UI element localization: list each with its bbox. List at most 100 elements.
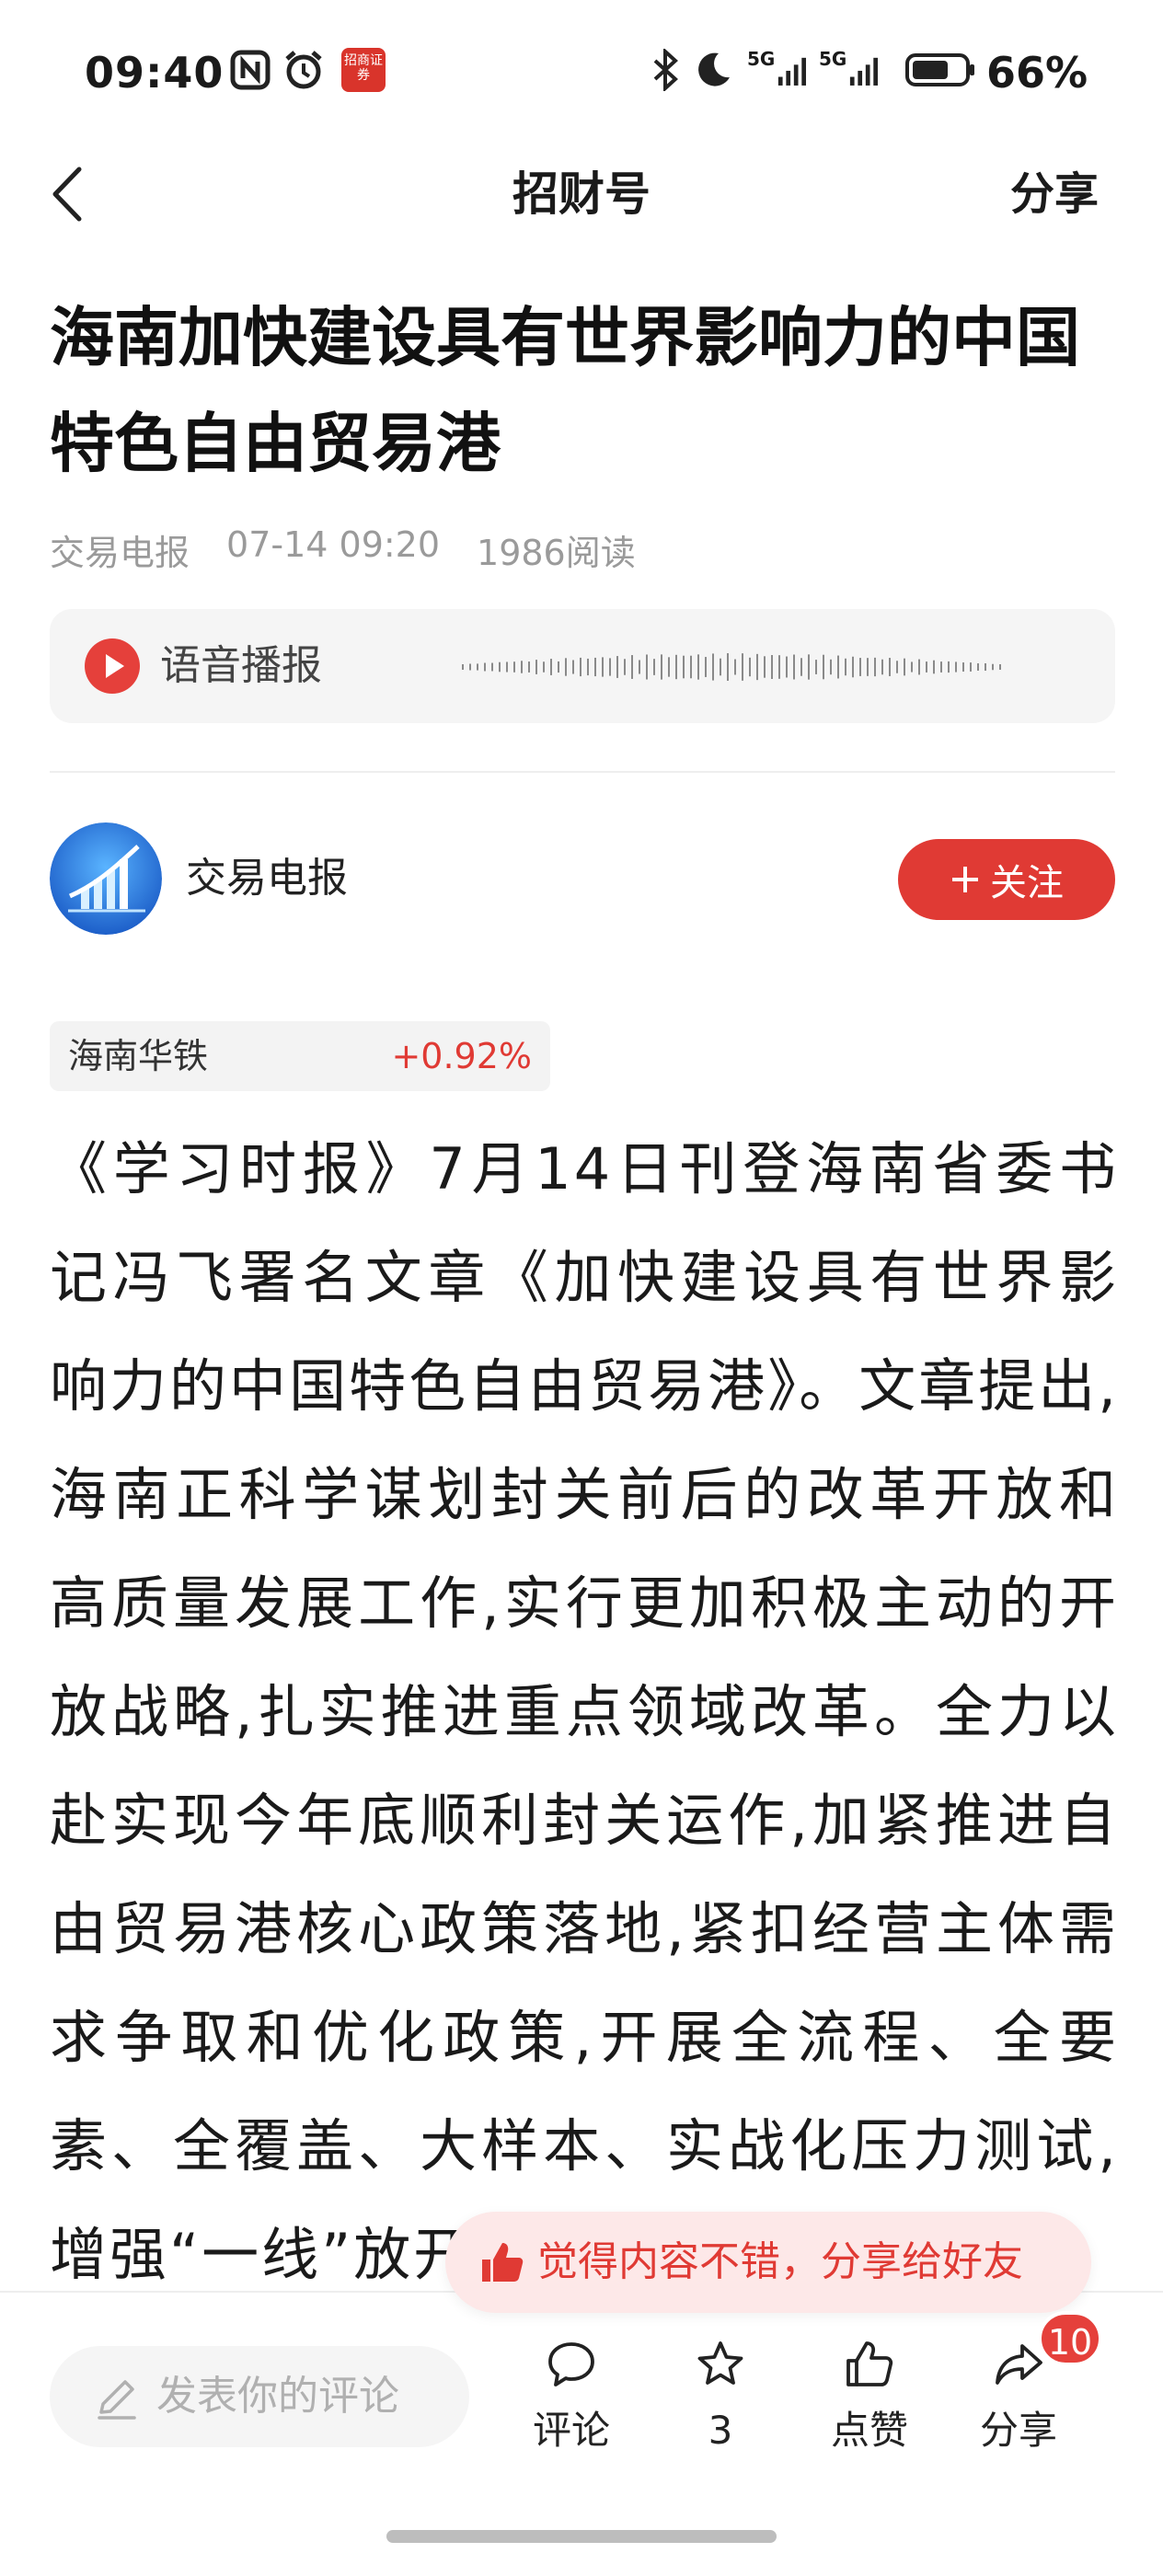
home-indicator[interactable] <box>386 2530 777 2543</box>
network-label-2: 5G <box>819 48 847 70</box>
waveform-bar <box>697 654 699 680</box>
waveform-bar <box>491 662 493 672</box>
app-badge-text: 招商证券 <box>341 48 386 92</box>
waveform-bar <box>462 664 464 670</box>
waveform-bar <box>800 658 802 676</box>
waveform-bar <box>859 658 861 676</box>
alarm-icon <box>282 48 326 92</box>
waveform-bar <box>535 660 537 674</box>
waveform-bar <box>690 655 692 679</box>
waveform-bar <box>904 658 905 676</box>
waveform-bar <box>587 658 589 676</box>
network-label-1: 5G <box>747 48 776 70</box>
article-source[interactable]: 交易电报 <box>50 524 190 575</box>
signal-icon-2: 5G <box>819 48 883 92</box>
follow-label: 关注 <box>990 862 1064 904</box>
back-button[interactable] <box>46 162 92 226</box>
waveform-bar <box>727 653 729 681</box>
waveform-bar <box>749 657 751 677</box>
battery-percent: 66% <box>986 48 1088 98</box>
nfc-icon <box>230 48 271 92</box>
waveform-bar <box>889 658 891 676</box>
waveform-bar <box>786 656 788 678</box>
stock-name: 海南华铁 <box>68 1036 209 1076</box>
plus-icon <box>952 867 978 892</box>
waveform-bar <box>852 656 854 678</box>
waveform-bar <box>874 657 876 677</box>
waveform-bar <box>705 657 707 677</box>
waveform-bar <box>513 661 515 673</box>
play-icon <box>106 654 124 678</box>
waveform-bar <box>572 660 574 674</box>
share-button[interactable]: 分享 <box>1010 162 1099 226</box>
waveform-bar <box>911 661 913 673</box>
author-name[interactable]: 交易电报 <box>186 850 348 907</box>
waveform-bar <box>609 658 611 676</box>
audio-label: 语音播报 <box>160 642 322 689</box>
waveform-bar <box>506 661 508 673</box>
waveform-bar <box>683 655 685 679</box>
article-datetime: 07-14 09:20 <box>226 524 441 565</box>
waveform-bar <box>823 654 824 680</box>
comment-input[interactable]: 发表你的评论 <box>50 2346 469 2447</box>
audio-broadcast-bar[interactable]: 语音播报 <box>50 609 1115 723</box>
waveform-bar <box>477 663 478 671</box>
article-title: 海南加快建设具有世界影响力的中国特色自由贸易港 <box>50 300 1080 481</box>
waveform-bar <box>484 662 486 672</box>
waveform-bar <box>631 655 633 679</box>
follow-button[interactable]: 关注 <box>898 839 1115 920</box>
avatar[interactable] <box>50 822 162 935</box>
waveform-bar <box>756 653 758 681</box>
waveform-bar <box>764 656 766 678</box>
waveform-bar <box>720 658 721 676</box>
waveform-bar <box>734 659 736 675</box>
waveform-bar <box>602 657 604 677</box>
waveform-bar <box>962 662 964 672</box>
waveform-bar <box>793 654 795 680</box>
waveform-bar <box>977 663 979 671</box>
comment-label: 评论 <box>532 2408 610 2453</box>
share-count-badge: 10 <box>1038 2311 1102 2366</box>
waveform-bar <box>668 657 670 677</box>
play-button[interactable] <box>85 638 140 694</box>
waveform-bar <box>999 664 1001 670</box>
waveform-bar <box>594 657 596 677</box>
comment-button[interactable]: 评论 <box>512 2339 631 2467</box>
share-bottom-label: 分享 <box>979 2408 1057 2453</box>
waveform-bar <box>985 662 986 672</box>
comment-bubble-icon <box>548 2342 594 2386</box>
waveform-bar <box>845 658 846 676</box>
battery-icon <box>904 48 977 92</box>
waveform-bar <box>675 654 677 680</box>
waveform-bar <box>896 661 898 673</box>
waveform-bar <box>624 659 626 675</box>
waveform-bar <box>616 656 618 678</box>
like-button[interactable]: 点赞 <box>810 2339 929 2467</box>
waveform-bar <box>955 661 957 673</box>
waveform-bar <box>550 659 552 675</box>
waveform-bar <box>808 654 810 680</box>
share-hint-bubble[interactable]: 觉得内容不错，分享给好友 <box>445 2212 1091 2313</box>
waveform-bar <box>712 653 714 681</box>
bluetooth-icon <box>650 48 681 92</box>
app-notification-icon: 招商证券 <box>340 48 386 92</box>
waveform-bar <box>580 657 582 677</box>
status-bar: 09:40 招商证券 5G 5G 66% <box>0 0 1163 147</box>
thumbs-up-icon <box>482 2243 524 2282</box>
chevron-left-icon <box>52 167 82 222</box>
moon-icon <box>692 48 734 92</box>
nav-bar <box>0 147 1163 239</box>
waveform-bar <box>469 663 471 671</box>
signal-icon-1: 5G <box>747 48 812 92</box>
waveform-bar <box>528 661 530 673</box>
thumbs-up-outline-icon <box>846 2341 893 2386</box>
comment-placeholder: 发表你的评论 <box>156 2373 399 2420</box>
waveform-bar <box>639 660 640 674</box>
waveform-bar <box>926 661 927 673</box>
waveform-bar <box>565 658 567 676</box>
stock-tag[interactable]: 海南华铁 +0.92% <box>50 1021 550 1091</box>
waveform-bar <box>837 655 839 679</box>
waveform-bar <box>940 661 942 673</box>
waveform-bar <box>992 663 994 671</box>
favorite-button[interactable]: 3 <box>661 2339 780 2467</box>
